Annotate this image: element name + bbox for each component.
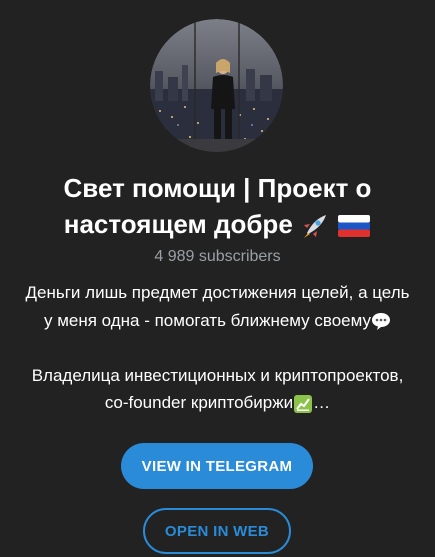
speech-bubble-emoji-icon bbox=[372, 313, 391, 331]
open-in-web-button[interactable]: OPEN IN WEB bbox=[143, 508, 291, 554]
chart-emoji-icon bbox=[294, 394, 313, 413]
channel-avatar bbox=[150, 19, 283, 152]
channel-description: Деньги лишь предмет достижения целей, а … bbox=[0, 279, 435, 417]
description-text: у меня одна - помогать ближнему своему bbox=[43, 310, 372, 330]
description-line: у меня одна - помогать ближнему своему bbox=[0, 307, 435, 335]
channel-title: Свет помощи | Проект о настоящем добре bbox=[0, 170, 435, 242]
description-ellipsis: … bbox=[313, 393, 331, 412]
description-gap bbox=[0, 334, 435, 362]
description-text: co-founder криптобиржи bbox=[104, 393, 294, 412]
subscriber-count: 4 989 subscribers bbox=[154, 248, 281, 265]
description-line: co-founder криптобиржи … bbox=[0, 389, 435, 417]
channel-title-line2: настоящем добре bbox=[63, 209, 293, 239]
description-text: Владелица инвестиционных и криптопроекто… bbox=[31, 365, 404, 385]
description-text: Деньги лишь предмет достижения целей, а … bbox=[25, 283, 410, 302]
channel-preview-page: Свет помощи | Проект о настоящем добре 4… bbox=[0, 0, 435, 557]
view-in-telegram-button[interactable]: VIEW IN TELEGRAM bbox=[121, 443, 313, 489]
rocket-emoji-icon bbox=[304, 215, 327, 239]
description-line: Деньги лишь предмет достижения целей, а … bbox=[0, 279, 435, 307]
description-line: Владелица инвестиционных и криптопроекто… bbox=[0, 362, 435, 390]
russia-flag-emoji-icon bbox=[338, 215, 371, 238]
channel-title-line1: Свет помощи | Проект о bbox=[63, 173, 372, 203]
